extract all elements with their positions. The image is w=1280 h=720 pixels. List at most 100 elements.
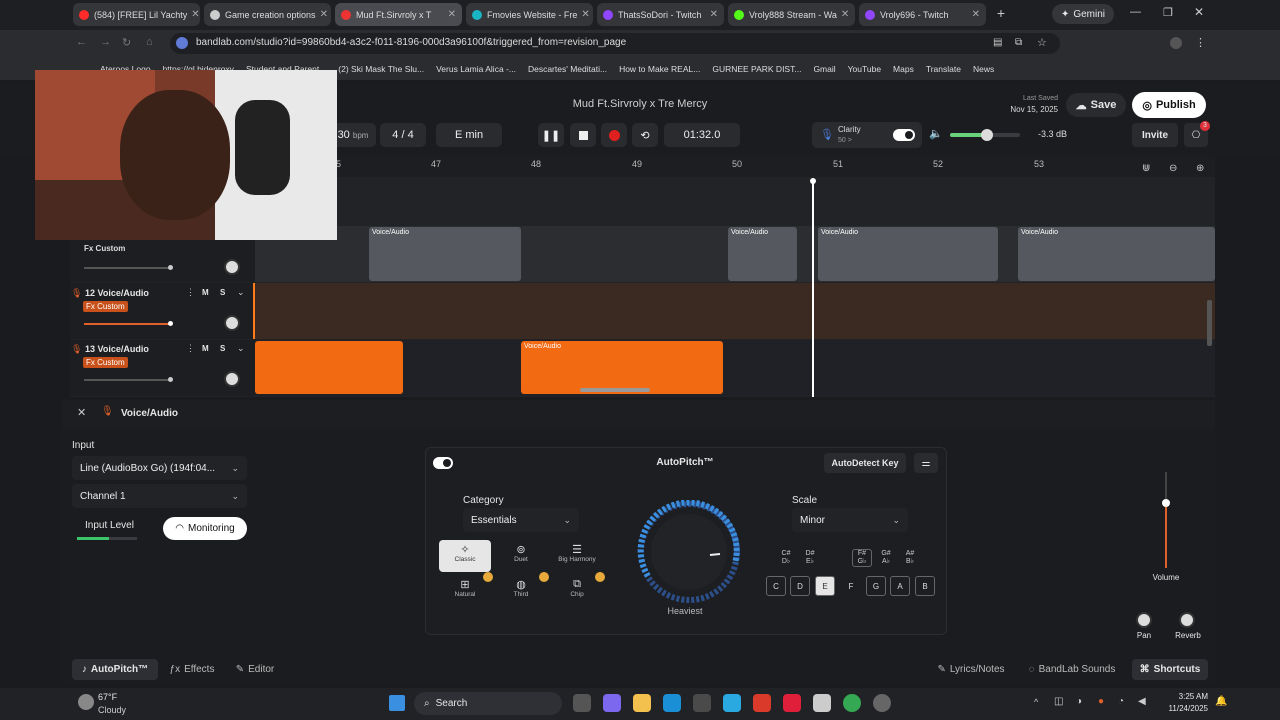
bookmark-link[interactable]: Maps (893, 64, 914, 74)
chevron-down-icon[interactable]: ⌄ (237, 287, 245, 298)
audio-clip[interactable]: Voice/Audio (1018, 227, 1215, 281)
close-icon[interactable]: ✕ (577, 9, 589, 20)
note-key-sharp[interactable]: C# D♭ (776, 550, 796, 566)
windows-start-icon[interactable] (389, 695, 405, 711)
track-lane-12[interactable] (255, 283, 1215, 339)
clock-date[interactable]: 11/24/2025 (1150, 704, 1208, 713)
app-icon[interactable] (783, 694, 801, 712)
note-key[interactable]: G (866, 576, 886, 596)
note-key[interactable]: D (790, 576, 810, 596)
invite-button[interactable]: Invite (1132, 123, 1178, 147)
new-tab-icon[interactable]: + (992, 5, 1010, 23)
browser-tab[interactable]: Vroly696 - Twitch ✕ (859, 3, 986, 26)
volume-fader[interactable] (1162, 472, 1170, 568)
time-signature[interactable]: 4 / 4 (380, 123, 426, 147)
close-icon[interactable]: ✕ (968, 9, 980, 20)
monitoring-button[interactable]: ◠ Monitoring (163, 517, 247, 540)
bandlab-sounds-button[interactable]: ◌ BandLab Sounds (1022, 659, 1122, 680)
browser-tab-active[interactable]: Mud Ft.Sirvroly x T ✕ (335, 3, 462, 26)
track-menu-icon[interactable]: ⋮ (186, 343, 195, 354)
master-volume-slider[interactable] (950, 129, 1020, 141)
note-key-sharp[interactable]: F# G♭ (852, 549, 872, 567)
playhead-handle[interactable] (810, 178, 816, 184)
url-bar[interactable]: bandlab.com/studio?id=99860bd4-a3c2-f011… (170, 33, 1060, 54)
window-close-icon[interactable]: ✕ (1194, 5, 1204, 19)
autodetect-key-button[interactable]: AutoDetect Key (824, 453, 906, 473)
magnet-icon[interactable]: ⋓ (1142, 163, 1150, 174)
store-icon[interactable] (693, 694, 711, 712)
save-button[interactable]: ☁ Save (1066, 93, 1126, 117)
install-icon[interactable]: ⧉ (1015, 37, 1022, 48)
app-icon[interactable] (813, 694, 831, 712)
solo-button[interactable]: S (220, 288, 225, 297)
bookmark-link[interactable]: How to Make REAL... (619, 64, 700, 74)
pan-knob[interactable] (224, 259, 240, 275)
reverb-knob[interactable] (1179, 612, 1195, 628)
publish-button[interactable]: ◎ Publish (1132, 92, 1206, 118)
fx-badge[interactable]: Fx Custom (83, 301, 128, 312)
site-info-icon[interactable] (176, 37, 188, 49)
notifications-icon[interactable]: 🔔 (1215, 696, 1227, 707)
audio-clip[interactable]: Voice/Audio (521, 341, 723, 394)
note-key[interactable]: B (915, 576, 935, 596)
autopitch-toggle[interactable] (433, 457, 453, 469)
bookmark-link[interactable]: Gmail (813, 64, 835, 74)
input-device-select[interactable]: Line (AudioBox Go) (194f:04... ⌄ (72, 456, 247, 480)
track-volume-slider[interactable] (84, 377, 173, 382)
song-title[interactable]: Mud Ft.Sirvroly x Tre Mercy (440, 98, 840, 110)
audio-clip[interactable]: Voice/Audio (369, 227, 521, 281)
track-menu-icon[interactable]: ⋮ (186, 287, 195, 298)
taskbar-search[interactable]: ⌕ Search (414, 692, 562, 715)
chevron-up-icon[interactable]: ^ (1034, 697, 1038, 707)
preset-classic[interactable]: ✧ Classic (439, 540, 491, 572)
audio-clip[interactable]: Voice/Audio (818, 227, 998, 281)
channel-select[interactable]: Channel 1 ⌄ (72, 484, 247, 508)
note-key[interactable]: F (841, 576, 861, 596)
chevron-down-icon[interactable]: ⌄ (237, 343, 245, 354)
fx-label[interactable]: Fx Custom (84, 244, 125, 253)
solo-button[interactable]: S (220, 344, 225, 353)
close-icon[interactable]: ✕ (444, 9, 456, 20)
bookmark-link[interactable]: Translate (926, 64, 961, 74)
pause-button[interactable]: ❚❚ (538, 123, 564, 147)
bookmark-link[interactable]: Descartes' Meditati... (528, 64, 607, 74)
tab-editor[interactable]: ✎ Editor (228, 659, 282, 680)
edge-icon[interactable] (663, 694, 681, 712)
close-icon[interactable]: ✕ (316, 9, 328, 20)
audio-clip[interactable]: Voice/Audio (728, 227, 797, 281)
note-key-sharp[interactable]: D# E♭ (800, 550, 820, 566)
bookmark-link[interactable]: Verus Lamia Alica -... (436, 64, 516, 74)
zoom-in-icon[interactable]: ⊕ (1196, 163, 1204, 174)
browser-tab[interactable]: Vroly888 Stream - Wa ✕ (728, 3, 855, 26)
preset-duet[interactable]: ⊚ Duet (495, 540, 547, 572)
note-key-sharp[interactable]: A# B♭ (900, 550, 920, 566)
stop-button[interactable] (570, 123, 596, 147)
reload-icon[interactable]: ↻ (122, 36, 131, 49)
tray-icon[interactable]: ◫ (1054, 696, 1063, 707)
back-icon[interactable]: ← (76, 36, 87, 48)
note-key[interactable]: A (890, 576, 910, 596)
zoom-out-icon[interactable]: ⊖ (1169, 163, 1177, 174)
sidebar-icon[interactable]: ▤ (993, 37, 1002, 48)
close-icon[interactable]: ✕ (187, 9, 199, 20)
app-icon[interactable] (873, 694, 891, 712)
record-button[interactable] (601, 123, 627, 147)
close-icon[interactable]: ✕ (837, 9, 849, 20)
bookmark-star-icon[interactable]: ☆ (1037, 36, 1047, 49)
pan-knob[interactable] (224, 371, 240, 387)
volume-icon[interactable]: ◀ (1138, 696, 1146, 707)
speaker-icon[interactable]: 🔈 (929, 127, 943, 140)
vertical-scrollbar[interactable] (1207, 300, 1212, 346)
bookmark-link[interactable]: (2) Ski Mask The Slu... (338, 64, 424, 74)
chrome-icon[interactable] (843, 694, 861, 712)
mute-button[interactable]: M (202, 344, 209, 353)
wifi-icon[interactable]: ◔ (1118, 696, 1124, 707)
task-view-icon[interactable] (573, 694, 591, 712)
mic-tray-icon[interactable]: ● (1098, 696, 1104, 707)
track-name[interactable]: 12 Voice/Audio (85, 288, 149, 298)
gemini-button[interactable]: ✦ Gemini (1052, 4, 1114, 24)
copilot-icon[interactable] (603, 694, 621, 712)
maximize-icon[interactable]: ❐ (1163, 6, 1173, 19)
pan-knob[interactable] (224, 315, 240, 331)
scale-select[interactable]: Minor ⌄ (792, 508, 908, 532)
